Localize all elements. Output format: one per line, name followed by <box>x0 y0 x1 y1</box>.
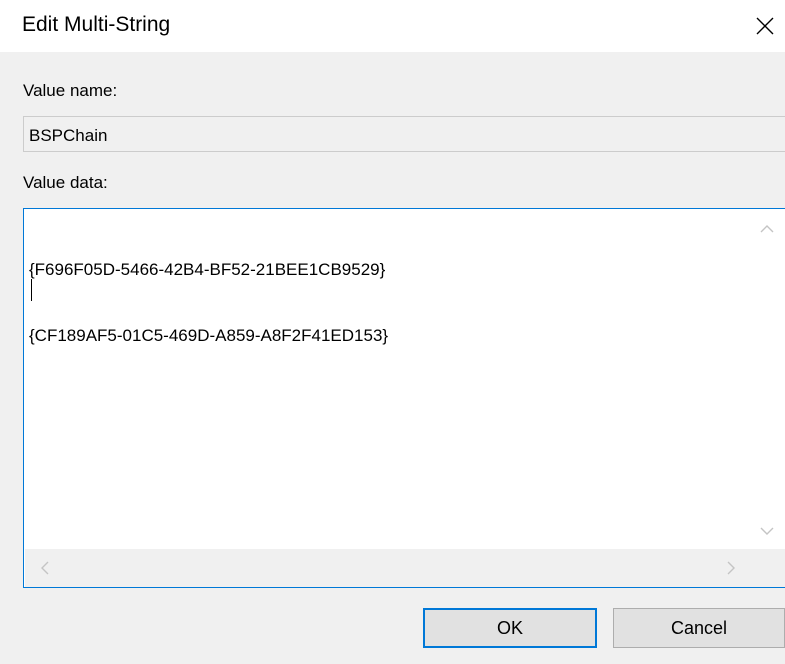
close-icon <box>756 17 774 35</box>
value-data-line: {CF189AF5-01C5-469D-A859-A8F2F41ED153} <box>29 326 389 345</box>
value-data-label: Value data: <box>23 173 108 192</box>
value-name-label: Value name: <box>23 81 118 100</box>
scroll-up-button[interactable] <box>750 216 784 240</box>
chevron-right-icon <box>727 561 735 575</box>
ok-button[interactable]: OK <box>423 608 597 648</box>
close-button[interactable] <box>745 6 785 46</box>
value-data-line: {F696F05D-5466-42B4-BF52-21BEE1CB9529} <box>29 260 386 279</box>
vertical-scrollbar[interactable] <box>750 210 784 549</box>
title-bar: Edit Multi-String <box>0 0 785 52</box>
chevron-down-icon <box>760 527 774 535</box>
value-data-text: {F696F05D-5466-42B4-BF52-21BEE1CB9529} {… <box>29 215 388 391</box>
horizontal-scrollbar[interactable] <box>25 549 750 587</box>
value-name-field[interactable]: BSPChain <box>23 116 785 152</box>
value-data-textarea[interactable]: {F696F05D-5466-42B4-BF52-21BEE1CB9529} {… <box>23 208 785 588</box>
text-caret <box>31 279 32 301</box>
scroll-down-button[interactable] <box>750 519 784 543</box>
chevron-left-icon <box>40 561 48 575</box>
dialog-title: Edit Multi-String <box>22 13 171 36</box>
dialog-body: Value name: BSPChain Value data: {F696F0… <box>0 52 785 664</box>
chevron-up-icon <box>760 224 774 232</box>
scrollbar-corner <box>750 549 785 587</box>
scroll-right-button[interactable] <box>716 549 746 587</box>
scroll-left-button[interactable] <box>29 549 59 587</box>
cancel-button[interactable]: Cancel <box>613 608 785 648</box>
